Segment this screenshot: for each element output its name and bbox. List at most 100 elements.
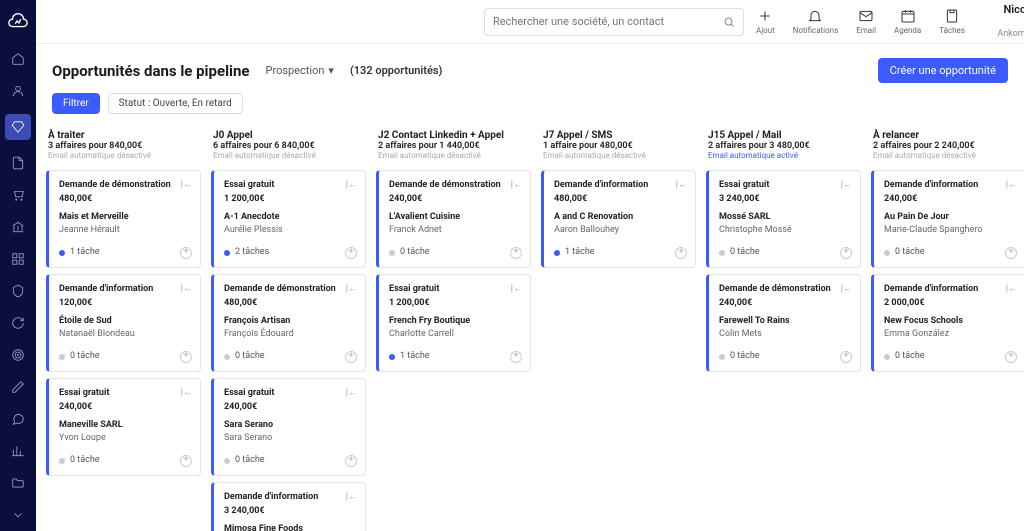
user-icon[interactable] xyxy=(9,82,27,100)
card-move-icon[interactable]: |← xyxy=(841,283,852,296)
opportunity-card[interactable]: Demande d'information|← 120,00€ Étoile d… xyxy=(46,274,201,372)
card-move-icon[interactable]: |← xyxy=(181,283,192,296)
card-contact: Franck Adnet xyxy=(389,224,522,237)
card-add-icon[interactable]: + xyxy=(840,247,852,259)
card-add-icon[interactable]: + xyxy=(180,351,192,363)
column-email-state: Email automatique désactivé xyxy=(378,151,529,160)
card-amount: 480,00€ xyxy=(554,193,687,206)
shield-icon[interactable] xyxy=(9,282,27,300)
card-move-icon[interactable]: |← xyxy=(346,179,357,192)
folder-icon[interactable] xyxy=(9,474,27,492)
opportunity-card[interactable]: Demande d'information|← 240,00€ Au Pain … xyxy=(871,170,1024,268)
card-label: Demande de démonstration xyxy=(389,179,501,192)
column-subtitle: 2 affaires pour 3 480,00€ xyxy=(708,141,859,151)
diamond-icon[interactable] xyxy=(5,114,31,140)
opportunity-card[interactable]: Essai gratuit|← 3 240,00€ Mossé SARL Chr… xyxy=(706,170,861,268)
card-label: Demande d'information xyxy=(59,283,153,296)
pencil-icon[interactable] xyxy=(9,378,27,396)
segment-dropdown[interactable]: Prospection▾ xyxy=(266,64,334,77)
column-title: J0 Appel xyxy=(213,130,364,141)
opportunity-card[interactable]: Essai gratuit|← 1 200,00€ French Fry Bou… xyxy=(376,274,531,372)
card-move-icon[interactable]: |← xyxy=(1006,179,1017,192)
card-move-icon[interactable]: |← xyxy=(1006,283,1017,296)
card-label: Demande de démonstration xyxy=(719,283,831,296)
opportunity-card[interactable]: Demande de démonstration|← 480,00€ Franç… xyxy=(211,274,366,372)
card-move-icon[interactable]: |← xyxy=(676,179,687,192)
card-move-icon[interactable]: |← xyxy=(511,179,522,192)
chart-icon[interactable] xyxy=(9,442,27,460)
count-text: (132 opportunités) xyxy=(350,64,442,77)
card-move-icon[interactable]: |← xyxy=(346,387,357,400)
card-move-icon[interactable]: |← xyxy=(346,491,357,504)
filter-chip[interactable]: Filtrer xyxy=(52,93,100,114)
card-label: Demande de démonstration xyxy=(224,283,336,296)
column-header: J15 Appel / Mail 2 affaires pour 3 480,0… xyxy=(706,126,861,164)
cart-icon[interactable] xyxy=(9,186,27,204)
notifications-button[interactable]: Notifications xyxy=(793,8,838,35)
chevron-down-icon[interactable] xyxy=(9,506,27,524)
card-move-icon[interactable]: |← xyxy=(841,179,852,192)
search-icon xyxy=(723,16,735,28)
user-info[interactable]: Nicolas H.Ankomeda xyxy=(995,3,1024,40)
refresh-icon[interactable] xyxy=(9,314,27,332)
grid-icon[interactable] xyxy=(9,250,27,268)
search-box[interactable] xyxy=(484,8,744,36)
logo-icon[interactable] xyxy=(7,10,29,36)
card-amount: 2 000,00€ xyxy=(884,297,1017,310)
card-add-icon[interactable]: + xyxy=(1005,247,1017,259)
card-company: Mais et Merveille xyxy=(59,211,192,224)
opportunity-card[interactable]: Demande d'information|← 2 000,00€ New Fo… xyxy=(871,274,1024,372)
card-contact: Christophe Mossé xyxy=(719,224,852,237)
search-input[interactable] xyxy=(493,15,723,28)
card-company: Au Pain De Jour xyxy=(884,211,1017,224)
card-add-icon[interactable]: + xyxy=(1005,351,1017,363)
tasks-button[interactable]: Tâches xyxy=(939,8,965,35)
card-add-icon[interactable]: + xyxy=(180,455,192,467)
card-add-icon[interactable]: + xyxy=(180,247,192,259)
email-button[interactable]: Email xyxy=(856,8,876,35)
card-amount: 3 240,00€ xyxy=(719,193,852,206)
card-add-icon[interactable]: + xyxy=(345,351,357,363)
card-label: Demande d'information xyxy=(884,283,978,296)
card-amount: 1 200,00€ xyxy=(224,193,357,206)
bank-icon[interactable] xyxy=(9,218,27,236)
card-add-icon[interactable]: + xyxy=(345,455,357,467)
card-move-icon[interactable]: |← xyxy=(181,387,192,400)
opportunity-card[interactable]: Demande d'information|← 480,00€ A and C … xyxy=(541,170,696,268)
add-button[interactable]: Ajout xyxy=(756,8,775,35)
sidebar xyxy=(0,0,36,531)
card-company: Mossé SARL xyxy=(719,211,852,224)
column-subtitle: 2 affaires pour 2 240,00€ xyxy=(873,141,1024,151)
card-add-icon[interactable]: + xyxy=(840,351,852,363)
card-move-icon[interactable]: |← xyxy=(346,283,357,296)
opportunity-card[interactable]: Demande de démonstration|← 240,00€ Farew… xyxy=(706,274,861,372)
column-title: J7 Appel / SMS xyxy=(543,130,694,141)
opportunity-card[interactable]: Essai gratuit|← 240,00€ Sara Serano Sara… xyxy=(211,378,366,476)
opportunity-card[interactable]: Demande d'information|← 3 240,00€ Mimosa… xyxy=(211,482,366,531)
target-icon[interactable] xyxy=(9,346,27,364)
status-chip[interactable]: Statut : Ouverte, En retard xyxy=(108,93,243,114)
card-add-icon[interactable]: + xyxy=(510,351,522,363)
file-icon[interactable] xyxy=(9,154,27,172)
kanban-board[interactable]: À traiter 3 affaires pour 840,00€ Email … xyxy=(36,126,1024,531)
opportunity-card[interactable]: Essai gratuit|← 240,00€ Maneville SARL Y… xyxy=(46,378,201,476)
card-add-icon[interactable]: + xyxy=(510,247,522,259)
card-add-icon[interactable]: + xyxy=(675,247,687,259)
opportunity-card[interactable]: Demande de démonstration|← 480,00€ Mais … xyxy=(46,170,201,268)
card-move-icon[interactable]: |← xyxy=(181,179,192,192)
kanban-column: À relancer 2 affaires pour 2 240,00€ Ema… xyxy=(871,126,1024,511)
card-company: Farewell To Rains xyxy=(719,315,852,328)
home-icon[interactable] xyxy=(9,50,27,68)
opportunity-card[interactable]: Essai gratuit|← 1 200,00€ A-1 Anecdote A… xyxy=(211,170,366,268)
chat-icon[interactable] xyxy=(9,410,27,428)
column-header: À relancer 2 affaires pour 2 240,00€ Ema… xyxy=(871,126,1024,164)
card-add-icon[interactable]: + xyxy=(345,247,357,259)
card-company: A-1 Anecdote xyxy=(224,211,357,224)
card-contact: Marie-Claude Spanghero xyxy=(884,224,1017,237)
create-opportunity-button[interactable]: Créer une opportunité xyxy=(878,58,1008,83)
card-tasks: 0 tâche xyxy=(59,350,100,363)
calendar-button[interactable]: Agenda xyxy=(894,8,921,35)
card-amount: 3 240,00€ xyxy=(224,505,357,518)
opportunity-card[interactable]: Demande de démonstration|← 240,00€ L'Ava… xyxy=(376,170,531,268)
card-move-icon[interactable]: |← xyxy=(511,283,522,296)
